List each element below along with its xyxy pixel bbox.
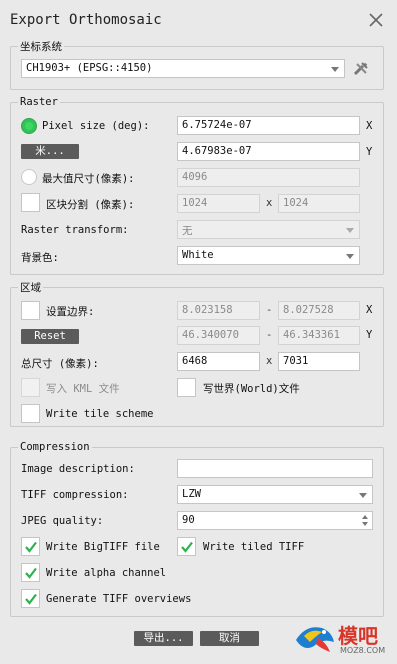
tiled-tiff-checkbox[interactable]: [177, 537, 196, 556]
bird-logo-icon: [296, 627, 334, 652]
raster-group-title: Raster: [18, 96, 60, 108]
total-times-label: x: [266, 355, 273, 367]
bigtiff-checkbox[interactable]: [21, 537, 40, 556]
block-split-checkbox[interactable]: [21, 193, 40, 212]
pixel-size-label: Pixel size (deg):: [42, 120, 150, 132]
checkmark-icon: [181, 541, 193, 553]
max-size-label: 最大值尺寸(像素):: [42, 173, 135, 185]
background-label: 背景色:: [21, 252, 59, 264]
alpha-channel-checkbox[interactable]: [21, 563, 40, 582]
jpeg-quality-spinbox[interactable]: 90: [177, 511, 373, 530]
chevron-down-icon: [346, 228, 354, 233]
raster-transform-select[interactable]: 无: [177, 220, 360, 239]
block-width-input[interactable]: 1024: [177, 194, 260, 213]
raster-transform-label: Raster transform:: [21, 224, 129, 236]
background-value: White: [182, 249, 214, 261]
image-description-label: Image description:: [21, 463, 135, 475]
alpha-channel-label: Write alpha channel: [46, 567, 167, 579]
block-times-label: x: [266, 197, 273, 209]
tiled-tiff-label: Write tiled TIFF: [203, 541, 305, 553]
spin-up-icon[interactable]: [362, 515, 368, 519]
close-icon[interactable]: [366, 10, 386, 30]
region-axis-y-label: Y: [366, 329, 373, 341]
write-tile-scheme-label: Write tile scheme: [46, 408, 154, 420]
crs-group-title: 坐标系统: [18, 39, 64, 54]
y-range-dash: -: [266, 329, 273, 341]
bigtiff-label: Write BigTIFF file: [46, 541, 160, 553]
tiff-compression-value: LZW: [182, 488, 201, 500]
write-kml-checkbox[interactable]: [21, 378, 40, 397]
window-title: Export Orthomosaic: [10, 12, 162, 28]
block-split-label: 区块分割 (像素):: [46, 199, 135, 211]
cancel-button[interactable]: 取消: [200, 631, 259, 646]
chevron-down-icon: [359, 493, 367, 498]
watermark-logo: 模吧 MOZ8.COM: [292, 614, 392, 662]
pixel-x-input[interactable]: 6.75724e-07: [177, 116, 360, 135]
spin-down-icon[interactable]: [362, 522, 368, 526]
crs-settings-icon[interactable]: [351, 59, 371, 79]
watermark-text: 模吧: [338, 624, 378, 648]
total-height-input[interactable]: 7031: [278, 352, 360, 371]
reset-button[interactable]: Reset: [21, 329, 79, 344]
axis-x-label: X: [366, 120, 373, 132]
write-kml-label: 写入 KML 文件: [46, 383, 120, 395]
pixel-y-input[interactable]: 4.67983e-07: [177, 142, 360, 161]
tiff-overviews-label: Generate TIFF overviews: [46, 593, 192, 605]
set-bounds-label: 设置边界:: [46, 306, 95, 318]
write-tile-scheme-checkbox[interactable]: [21, 404, 40, 423]
tiff-compression-label: TIFF compression:: [21, 489, 129, 501]
checkmark-icon: [25, 567, 37, 579]
set-bounds-checkbox[interactable]: [21, 301, 40, 320]
raster-transform-value: 无: [182, 225, 193, 237]
chevron-down-icon: [331, 67, 339, 72]
write-world-label: 写世界(World)文件: [203, 383, 300, 395]
checkmark-icon: [25, 593, 37, 605]
pixel-size-radio[interactable]: [21, 118, 37, 134]
total-width-input[interactable]: 6468: [177, 352, 260, 371]
checkmark-icon: [25, 541, 37, 553]
block-height-input[interactable]: 1024: [278, 194, 360, 213]
crs-select[interactable]: CH1903+ (EPSG::4150): [21, 59, 345, 78]
region-group-title: 区域: [18, 280, 43, 295]
meter-button[interactable]: 米...: [21, 144, 79, 159]
axis-y-label: Y: [366, 146, 373, 158]
chevron-down-icon: [346, 254, 354, 259]
max-size-radio[interactable]: [21, 169, 37, 185]
jpeg-quality-label: JPEG quality:: [21, 515, 104, 527]
write-world-checkbox[interactable]: [177, 378, 196, 397]
ymin-input[interactable]: 46.340070: [177, 326, 260, 345]
watermark-subtext: MOZ8.COM: [340, 646, 386, 655]
region-axis-x-label: X: [366, 304, 373, 316]
xmin-input[interactable]: 8.023158: [177, 301, 260, 320]
compression-group-title: Compression: [18, 441, 92, 453]
tiff-overviews-checkbox[interactable]: [21, 589, 40, 608]
ymax-input[interactable]: 46.343361: [278, 326, 360, 345]
tiff-compression-select[interactable]: LZW: [177, 485, 373, 504]
crs-select-value: CH1903+ (EPSG::4150): [26, 62, 153, 74]
jpeg-quality-value: 90: [182, 514, 195, 526]
background-select[interactable]: White: [177, 246, 360, 265]
total-size-label: 总尺寸 (像素):: [21, 358, 99, 370]
max-size-input[interactable]: 4096: [177, 168, 360, 187]
image-description-input[interactable]: [177, 459, 373, 478]
x-range-dash: -: [266, 304, 273, 316]
xmax-input[interactable]: 8.027528: [278, 301, 360, 320]
export-button[interactable]: 导出...: [134, 631, 193, 646]
